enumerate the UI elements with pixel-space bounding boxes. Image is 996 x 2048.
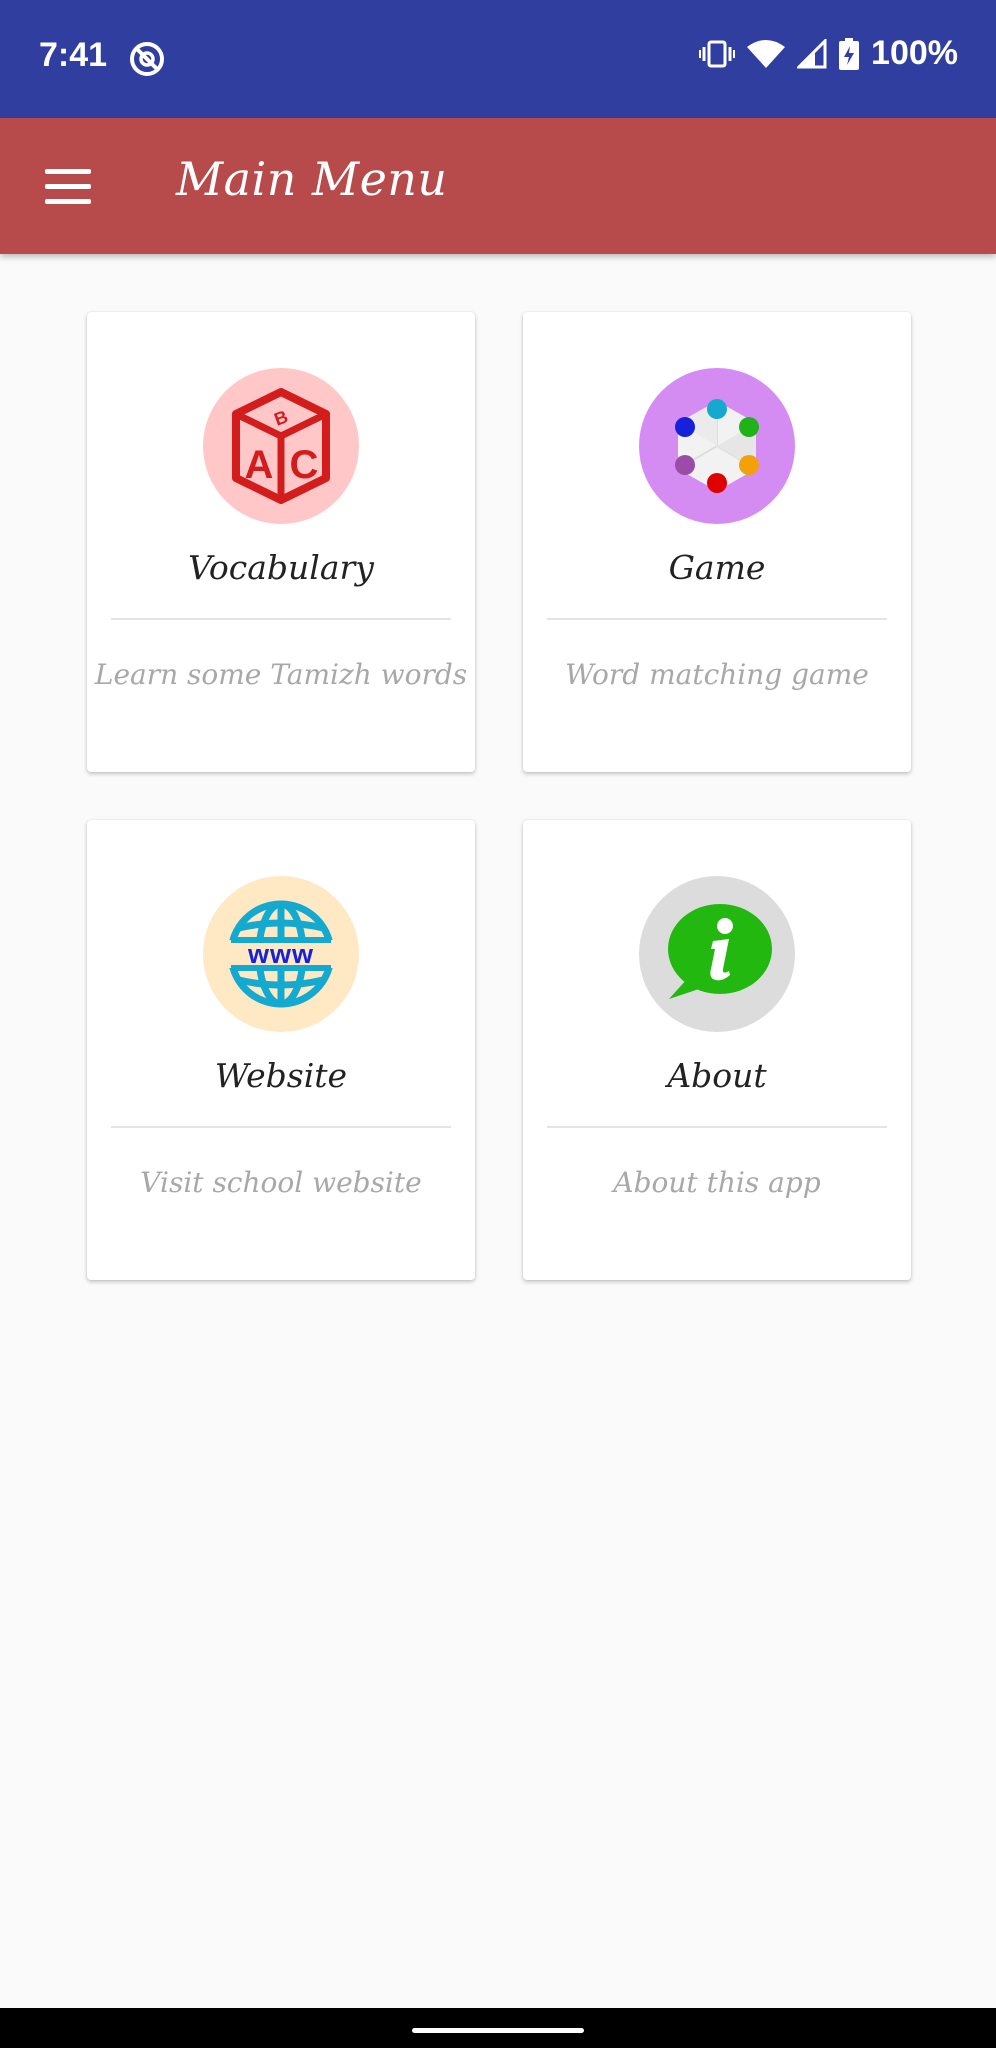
card-subtitle: Visit school website — [140, 1166, 422, 1199]
card-about[interactable]: About About this app — [523, 820, 911, 1280]
battery-percentage: 100% — [871, 34, 958, 72]
www-globe-icon: www — [203, 876, 359, 1032]
info-chat-bubble-icon — [639, 876, 795, 1032]
status-bar: 7:41 100% — [0, 0, 996, 118]
system-nav-bar — [0, 2008, 996, 2048]
page-title: Main Menu — [176, 152, 448, 206]
battery-charging-icon — [839, 37, 860, 70]
card-subtitle: Learn some Tamizh words — [94, 658, 468, 691]
hamburger-menu-icon[interactable] — [30, 156, 106, 216]
card-subtitle: About this app — [613, 1166, 821, 1199]
svg-text:B: B — [271, 406, 290, 429]
wifi-icon — [747, 39, 786, 68]
vibrate-icon — [699, 40, 736, 67]
card-website[interactable]: www Website Visit school website — [87, 820, 475, 1280]
card-title: Vocabulary — [188, 548, 374, 587]
svg-text:A: A — [245, 443, 274, 487]
card-game[interactable]: Game Word matching game — [523, 312, 911, 772]
card-title: About — [667, 1056, 767, 1095]
card-divider — [547, 618, 887, 620]
svg-text:C: C — [290, 443, 319, 487]
signal-icon — [797, 38, 827, 68]
card-divider — [111, 1126, 451, 1128]
dnd-icon — [130, 42, 164, 76]
card-divider — [111, 618, 451, 620]
app-bar: Main Menu — [0, 118, 996, 254]
card-divider — [547, 1126, 887, 1128]
colored-dots-hexagon-icon — [639, 368, 795, 524]
svg-text:www: www — [247, 939, 314, 969]
status-time: 7:41 — [39, 36, 108, 74]
status-icons: 100% — [699, 34, 958, 73]
card-title: Game — [668, 548, 766, 587]
home-gesture-handle[interactable] — [412, 2028, 584, 2033]
card-vocabulary[interactable]: B A C Vocabulary Learn some Tamizh words — [87, 312, 475, 772]
card-title: Website — [214, 1056, 348, 1095]
card-subtitle: Word matching game — [565, 658, 869, 691]
abc-block-icon: B A C — [203, 368, 359, 524]
